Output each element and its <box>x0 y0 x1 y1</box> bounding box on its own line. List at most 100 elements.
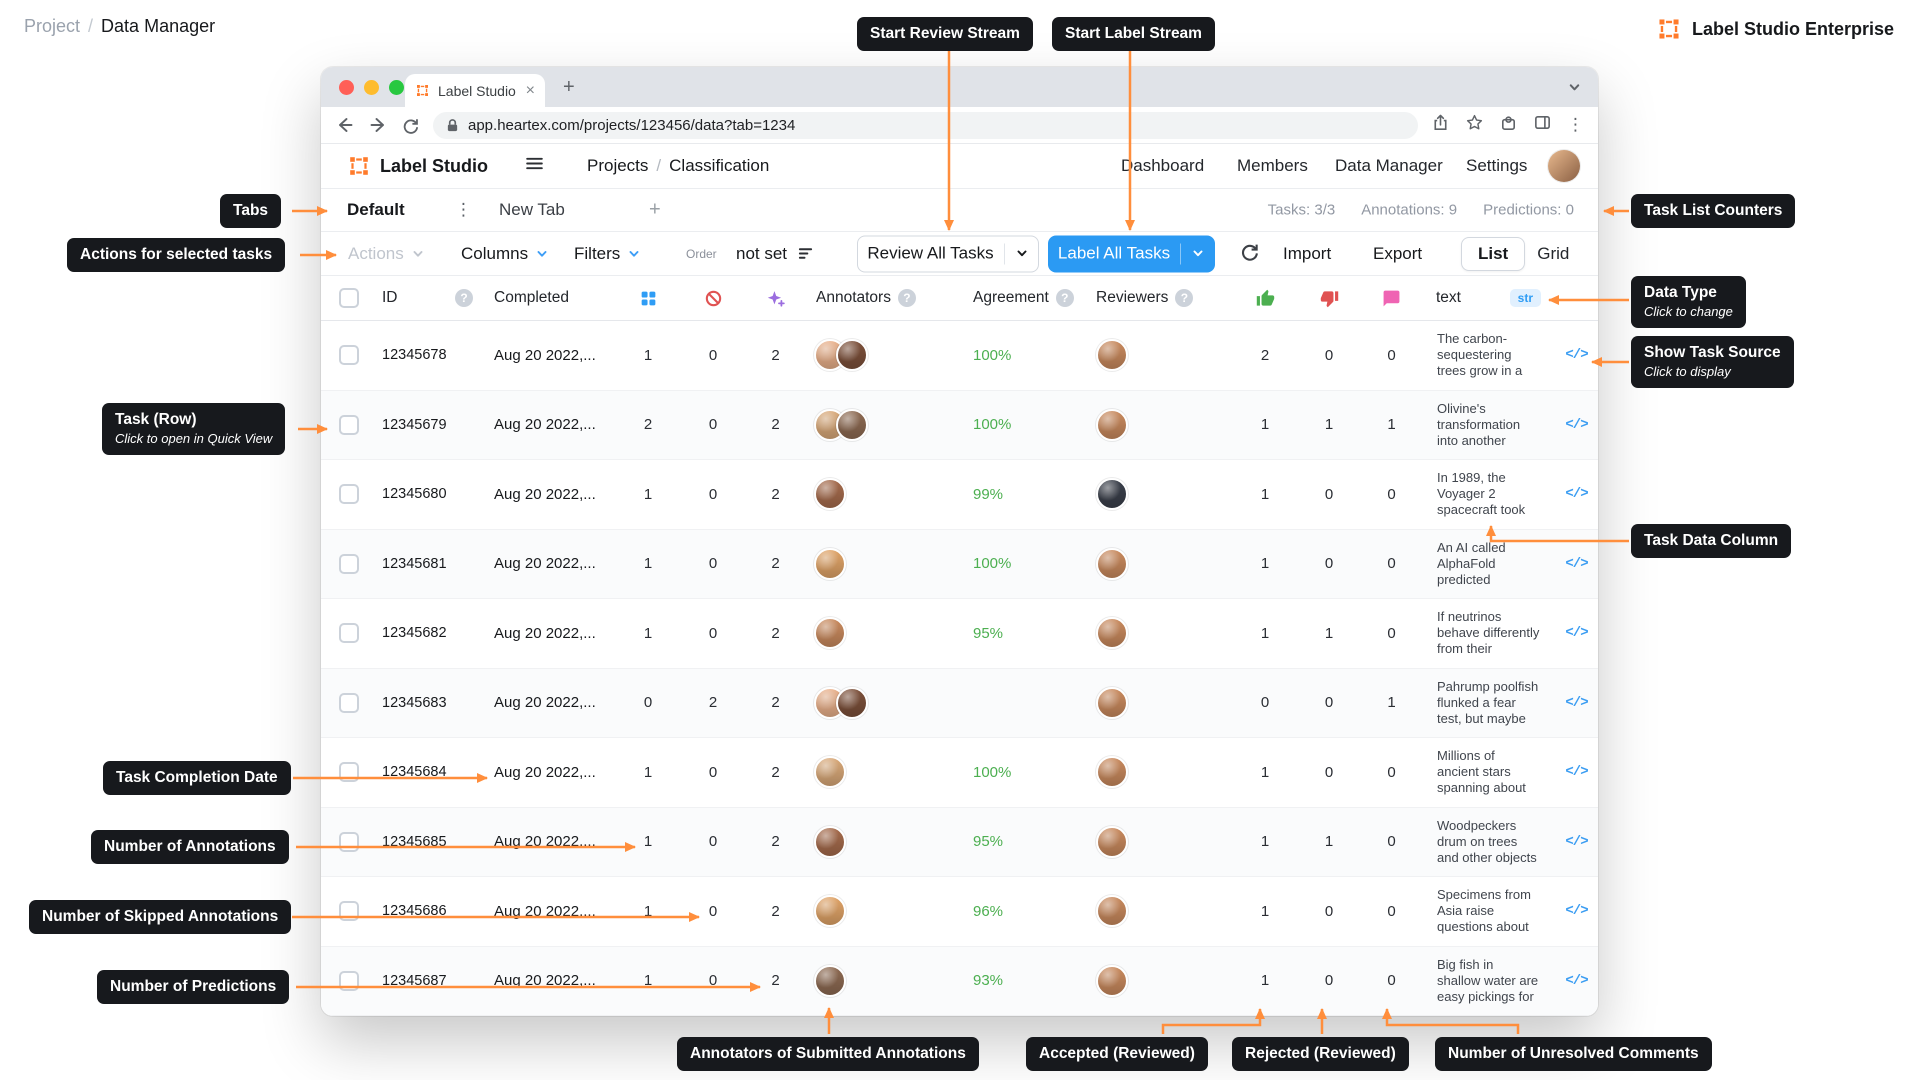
share-icon[interactable] <box>1431 113 1450 137</box>
row-checkbox[interactable] <box>339 554 359 574</box>
task-source-icon[interactable]: </> <box>1565 625 1587 641</box>
avatar[interactable] <box>814 617 846 649</box>
nav-data-manager[interactable]: Data Manager <box>1335 156 1443 176</box>
task-source-icon[interactable]: </> <box>1565 834 1587 850</box>
task-source-icon[interactable]: </> <box>1565 556 1587 572</box>
review-all-tasks-button[interactable]: Review All Tasks <box>857 235 1039 272</box>
row-checkbox[interactable] <box>339 693 359 713</box>
table-row[interactable]: 12345680 Aug 20 2022,... 1 0 2 99% 1 0 0… <box>321 460 1598 530</box>
bookmark-star-icon[interactable] <box>1465 113 1484 137</box>
avatar[interactable] <box>1096 617 1128 649</box>
task-source-icon[interactable]: </> <box>1565 973 1587 989</box>
agreement-help-icon[interactable]: ? <box>1056 289 1074 307</box>
avatar[interactable] <box>1096 756 1128 788</box>
breadcrumb-project[interactable]: Project <box>24 16 80 37</box>
column-header-predictions[interactable] <box>745 276 806 320</box>
table-row[interactable]: 12345682 Aug 20 2022,... 1 0 2 95% 1 1 0… <box>321 599 1598 669</box>
avatar[interactable] <box>814 478 846 510</box>
minimize-window-button[interactable] <box>364 80 379 95</box>
table-row[interactable]: 12345684 Aug 20 2022,... 1 0 2 100% 1 0 … <box>321 738 1598 808</box>
table-row[interactable]: 12345687 Aug 20 2022,... 1 0 2 93% 1 0 0… <box>321 947 1598 1017</box>
avatar[interactable] <box>836 409 868 441</box>
app-logo[interactable]: Label Studio <box>347 154 488 178</box>
task-source-icon[interactable]: </> <box>1565 695 1587 711</box>
list-view-button[interactable]: List <box>1461 237 1525 271</box>
browser-menu-kebab-icon[interactable]: ⋮ <box>1567 115 1584 135</box>
row-checkbox[interactable] <box>339 415 359 435</box>
table-row[interactable]: 12345685 Aug 20 2022,... 1 0 2 95% 1 1 0… <box>321 808 1598 878</box>
extensions-icon[interactable] <box>1499 113 1518 137</box>
side-panel-icon[interactable] <box>1533 113 1552 137</box>
avatar[interactable] <box>1096 409 1128 441</box>
app-breadcrumb-projects[interactable]: Projects <box>587 156 648 176</box>
table-row[interactable]: 12345683 Aug 20 2022,... 0 2 2 0 0 1 Pah… <box>321 669 1598 739</box>
avatar[interactable] <box>1096 895 1128 927</box>
task-source-icon[interactable]: </> <box>1565 417 1587 433</box>
avatar[interactable] <box>814 756 846 788</box>
column-header-annotations[interactable] <box>615 276 681 320</box>
chevron-down-icon[interactable] <box>1015 247 1029 261</box>
grid-view-button[interactable]: Grid <box>1537 244 1569 264</box>
column-header-comments[interactable] <box>1361 276 1422 320</box>
row-checkbox[interactable] <box>339 901 359 921</box>
tab-default[interactable]: Default <box>347 200 405 220</box>
avatar[interactable] <box>1096 826 1128 858</box>
order-dropdown[interactable]: not set <box>736 244 814 264</box>
refresh-icon[interactable] <box>1239 241 1260 267</box>
chevron-down-icon[interactable] <box>1191 247 1205 261</box>
nav-settings[interactable]: Settings <box>1466 156 1527 176</box>
export-button[interactable]: Export <box>1373 244 1422 264</box>
close-tab-icon[interactable]: × <box>526 83 535 99</box>
task-source-icon[interactable]: </> <box>1565 903 1587 919</box>
nav-dashboard[interactable]: Dashboard <box>1121 156 1204 176</box>
column-header-text[interactable]: text str <box>1422 276 1555 320</box>
address-bar[interactable]: app.heartex.com/projects/123456/data?tab… <box>433 112 1418 139</box>
reload-icon[interactable] <box>401 116 420 135</box>
task-source-icon[interactable]: </> <box>1565 486 1587 502</box>
label-all-tasks-button[interactable]: Label All Tasks <box>1048 235 1215 272</box>
avatar[interactable] <box>836 687 868 719</box>
row-checkbox[interactable] <box>339 484 359 504</box>
tab-options-kebab-icon[interactable]: ⋮ <box>455 200 472 220</box>
data-type-badge[interactable]: str <box>1510 289 1541 307</box>
column-header-agreement[interactable]: Agreement ? <box>953 276 1088 320</box>
row-checkbox[interactable] <box>339 623 359 643</box>
column-header-id[interactable]: ID <box>377 276 448 320</box>
table-row[interactable]: 12345679 Aug 20 2022,... 2 0 2 100% 1 1 … <box>321 391 1598 461</box>
table-row[interactable]: 12345686 Aug 20 2022,... 1 0 2 96% 1 0 0… <box>321 877 1598 947</box>
table-row[interactable]: 12345678 Aug 20 2022,... 1 0 2 100% 2 0 … <box>321 321 1598 391</box>
column-header-reviewers[interactable]: Reviewers ? <box>1088 276 1233 320</box>
columns-dropdown[interactable]: Columns <box>461 244 549 264</box>
row-checkbox[interactable] <box>339 345 359 365</box>
task-source-icon[interactable]: </> <box>1565 764 1587 780</box>
tab-new-tab[interactable]: New Tab <box>499 200 565 220</box>
avatar[interactable] <box>836 339 868 371</box>
close-window-button[interactable] <box>339 80 354 95</box>
avatar[interactable] <box>1096 548 1128 580</box>
table-row[interactable]: 12345681 Aug 20 2022,... 1 0 2 100% 1 0 … <box>321 530 1598 600</box>
task-source-icon[interactable]: </> <box>1565 347 1587 363</box>
tab-search-chevron-icon[interactable] <box>1567 80 1582 100</box>
back-icon[interactable] <box>335 115 355 135</box>
browser-tab[interactable]: Label Studio × <box>405 74 545 107</box>
import-button[interactable]: Import <box>1283 244 1331 264</box>
avatar[interactable] <box>814 965 846 997</box>
filters-dropdown[interactable]: Filters <box>574 244 641 264</box>
column-header-completed[interactable]: Completed <box>480 276 615 320</box>
row-checkbox[interactable] <box>339 832 359 852</box>
avatar[interactable] <box>1096 339 1128 371</box>
actions-dropdown[interactable]: Actions <box>348 244 425 264</box>
select-all-checkbox[interactable] <box>339 288 359 308</box>
column-header-annotators[interactable]: Annotators ? <box>806 276 953 320</box>
user-avatar[interactable] <box>1548 150 1580 182</box>
avatar[interactable] <box>814 548 846 580</box>
new-browser-tab-button[interactable]: + <box>563 76 575 99</box>
nav-members[interactable]: Members <box>1237 156 1308 176</box>
avatar[interactable] <box>1096 687 1128 719</box>
avatar[interactable] <box>1096 965 1128 997</box>
add-view-tab-button[interactable]: + <box>649 199 661 222</box>
zoom-window-button[interactable] <box>389 80 404 95</box>
annotators-help-icon[interactable]: ? <box>898 289 916 307</box>
hamburger-menu-icon[interactable] <box>524 153 545 179</box>
row-checkbox[interactable] <box>339 762 359 782</box>
